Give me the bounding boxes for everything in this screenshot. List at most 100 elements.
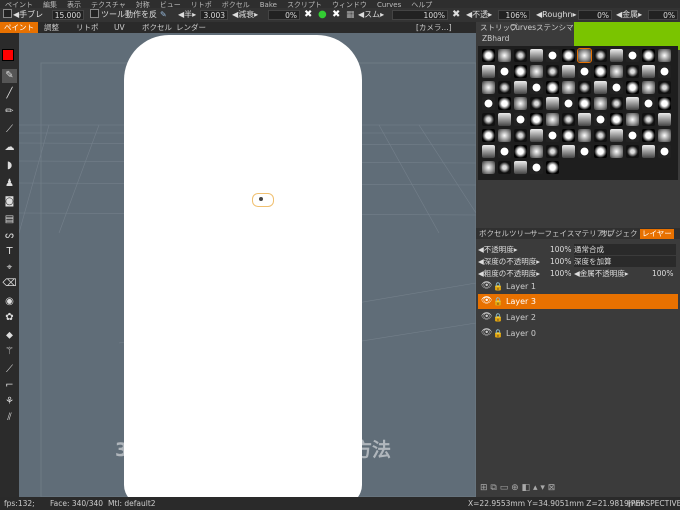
picker-tool-icon[interactable]: ⌖ [2,261,17,275]
brush-preset-icon[interactable] [498,145,511,158]
grid-icon[interactable]: ▦ [346,9,355,21]
brush-preset-icon[interactable] [498,113,511,126]
brush-preset-icon[interactable] [658,145,671,158]
brush-preset-icon[interactable] [610,49,623,62]
depth-select[interactable]: 深度を加算 [574,256,676,267]
brush-preset-icon[interactable] [594,97,607,110]
brush-preset-icon[interactable] [530,129,543,142]
brush-preset-icon[interactable] [658,97,671,110]
layer-row-2[interactable]: 👁 🔒 Layer 2 [478,310,678,325]
brush-preset-icon[interactable] [626,81,639,94]
lock-icon[interactable]: 🔒 [493,326,503,341]
brush-preset-icon[interactable] [594,81,607,94]
brush-preset-icon[interactable] [642,129,655,142]
tab-camera[interactable]: [カメラ...] [412,22,456,33]
brush-preset-icon[interactable] [482,129,495,142]
brush-tool-icon[interactable]: ✎ [2,69,17,83]
brush-preset-icon[interactable] [562,65,575,78]
pen-tool-icon[interactable]: ╱ [2,87,17,101]
eraser-tool-icon[interactable]: ⌫ [2,277,17,291]
layer-row-3[interactable]: 👁 🔒 Layer 3 [478,294,678,309]
up-icon[interactable]: ▴ [533,483,538,493]
butterfly-tool-icon[interactable]: ⚘ [2,395,17,409]
brush-preset-icon[interactable] [642,65,655,78]
prop-value[interactable]: 100% [550,244,571,255]
ruler-tool-icon[interactable]: ⫽ [2,411,17,425]
brush-preset-icon[interactable] [482,81,495,94]
brush-preset-icon[interactable] [594,49,607,62]
delete-layer-icon[interactable]: ⊠ [548,483,556,493]
smudge-tool-icon[interactable]: ☁ [2,141,17,155]
radius-field[interactable]: 3.003 [200,10,228,20]
roughness-field[interactable]: 0% [578,10,612,20]
opacity-field[interactable]: 106% [498,10,530,20]
brush-preset-icon[interactable] [658,113,671,126]
eye-icon[interactable]: 👁 [481,310,492,325]
tab-material[interactable]: マ [564,23,576,33]
brush-preset-icon[interactable] [498,97,511,110]
smooth-field[interactable]: 100% [392,10,448,20]
tab-retopo[interactable]: リトポ [72,22,103,33]
brush-preset-icon[interactable] [530,161,543,174]
brush-preset-icon[interactable] [530,65,543,78]
brush-preset-icon[interactable] [562,97,575,110]
brush-preset-icon[interactable] [498,161,511,174]
white-model-object[interactable] [124,35,362,497]
layer-row-1[interactable]: 👁 🔒 Layer 1 [478,279,678,294]
down-icon[interactable]: ▾ [540,483,545,493]
fill-tool-icon[interactable]: ◙ [2,195,17,209]
pencil-tool-icon[interactable]: ✏ [2,105,17,119]
tab-render[interactable]: レンダー [172,22,210,33]
falloff-field[interactable]: 0% [268,10,300,20]
brush-preset-icon[interactable] [482,145,495,158]
spray-tool-icon[interactable]: ◗ [2,159,17,173]
brush-preset-icon[interactable] [578,81,591,94]
mask-icon[interactable]: ◧ [522,483,531,493]
brush-grid[interactable] [478,46,678,180]
tab-uv[interactable]: UV [110,22,129,33]
tab-voxel[interactable]: ボクセル [138,22,176,33]
tab-voxel-tree[interactable]: ボクセルツリー [477,229,534,239]
foot-tool-icon[interactable]: ⌐ [2,379,17,393]
wand-tool-icon[interactable]: ⚚ [2,345,17,359]
brush-preset-icon[interactable] [642,97,655,110]
brush-preset-icon[interactable] [546,161,559,174]
brush-preset-icon[interactable] [530,145,543,158]
brush-preset-icon[interactable] [546,49,559,62]
add-layer-icon[interactable]: ⊞ [480,483,488,493]
lock-icon[interactable]: 🔒 [493,279,503,294]
brush-preset-icon[interactable] [594,129,607,142]
curve-tool-icon[interactable]: ᔕ [2,229,17,243]
brush-preset-icon[interactable] [610,97,623,110]
brush-preset-icon[interactable] [594,113,607,126]
tab-stencil[interactable]: ステンシ [534,23,568,33]
knife-tool-icon[interactable]: ⟋ [2,363,17,377]
brush-preset-icon[interactable] [562,113,575,126]
primary-color-swatch[interactable] [2,49,14,61]
brush-preset-icon[interactable] [514,81,527,94]
brush-preset-icon[interactable] [610,113,623,126]
brush-preset-icon[interactable] [642,113,655,126]
brush-preset-icon[interactable] [482,65,495,78]
brush-preset-icon[interactable] [626,113,639,126]
airbrush-tool-icon[interactable]: ⟋ [2,123,17,137]
brush-preset-icon[interactable] [514,129,527,142]
brush-preset-icon[interactable] [626,49,639,62]
close-x-icon-2[interactable]: ✖ [332,9,340,21]
brush-preset-icon[interactable] [498,49,511,62]
tab-layer[interactable]: レイヤー [640,229,674,239]
text-tool-icon[interactable]: T [2,245,17,259]
brush-preset-icon[interactable] [658,81,671,94]
brush-preset-icon[interactable] [514,161,527,174]
brush-preset-icon[interactable] [642,145,655,158]
brush-preset-icon[interactable] [626,145,639,158]
prop-value[interactable]: 100% [550,268,571,279]
brush-preset-icon[interactable] [578,65,591,78]
brush-preset-icon[interactable] [514,65,527,78]
brush-preset-icon[interactable] [482,113,495,126]
tape-tool-icon[interactable]: ⬥ [2,329,17,343]
brush-preset-icon[interactable] [642,81,655,94]
brush-preset-icon[interactable] [578,113,591,126]
tool-option-checkbox[interactable]: ツール動作を反 [90,9,157,21]
eye-tool-icon[interactable]: ◉ [2,295,17,309]
